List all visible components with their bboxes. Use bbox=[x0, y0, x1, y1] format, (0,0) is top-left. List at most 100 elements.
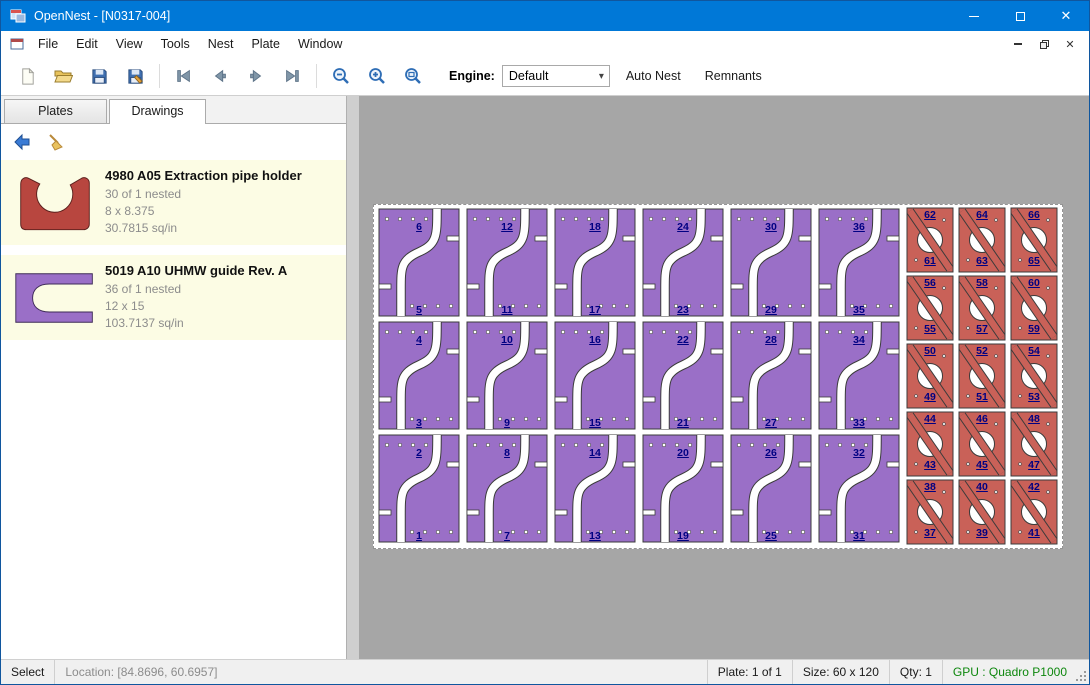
clear-parts-button[interactable] bbox=[43, 130, 69, 154]
assign-part-button[interactable] bbox=[9, 130, 35, 154]
status-size: Size: 60 x 120 bbox=[792, 660, 889, 684]
nested-part-pair[interactable]: 36 35 bbox=[815, 206, 903, 319]
nested-part-pair[interactable]: 40 39 bbox=[956, 478, 1008, 546]
app-icon bbox=[10, 8, 26, 24]
remnants-button[interactable]: Remnants bbox=[697, 63, 770, 89]
nested-part-pair[interactable]: 50 49 bbox=[904, 342, 956, 410]
last-plate-button[interactable] bbox=[274, 60, 310, 92]
part-number: 25 bbox=[727, 530, 815, 542]
nested-part-pair[interactable]: 2 1 bbox=[375, 432, 463, 545]
nested-part-pair[interactable]: 22 21 bbox=[639, 319, 727, 432]
nested-part-pair[interactable]: 4 3 bbox=[375, 319, 463, 432]
nested-part-pair[interactable]: 6 5 bbox=[375, 206, 463, 319]
nested-part-pair[interactable]: 24 23 bbox=[639, 206, 727, 319]
zoom-in-button[interactable] bbox=[359, 60, 395, 92]
part-number: 28 bbox=[727, 334, 815, 346]
part-number: 57 bbox=[956, 323, 1008, 335]
nested-part-pair[interactable]: 62 61 bbox=[904, 206, 956, 274]
blue-arrow-left-icon bbox=[12, 132, 32, 152]
status-qty: Qty: 1 bbox=[889, 660, 942, 684]
nested-part-pair[interactable]: 14 13 bbox=[551, 432, 639, 545]
mdi-close-button[interactable]: ✕ bbox=[1059, 35, 1081, 53]
minimize-button[interactable] bbox=[951, 1, 997, 31]
document-system-menu-icon[interactable] bbox=[9, 36, 25, 52]
nest-canvas[interactable]: 6 5 12 11 18 17 bbox=[359, 96, 1089, 659]
nested-part-pair[interactable]: 46 45 bbox=[956, 410, 1008, 478]
menu-edit[interactable]: Edit bbox=[67, 33, 107, 55]
drawing-item-extraction-pipe-holder[interactable]: 4980 A05 Extraction pipe holder 30 of 1 … bbox=[1, 160, 346, 245]
first-plate-button[interactable] bbox=[166, 60, 202, 92]
nested-part-pair[interactable]: 42 41 bbox=[1008, 478, 1060, 546]
nested-part-pair[interactable]: 38 37 bbox=[904, 478, 956, 546]
red-grid: 62 61 64 63 66 65 bbox=[904, 206, 1060, 546]
nested-part-pair[interactable]: 52 51 bbox=[956, 342, 1008, 410]
nested-part-pair[interactable]: 56 55 bbox=[904, 274, 956, 342]
nested-part-pair[interactable]: 64 63 bbox=[956, 206, 1008, 274]
save-as-button[interactable] bbox=[117, 60, 153, 92]
nested-part-pair[interactable]: 20 19 bbox=[639, 432, 727, 545]
part-size: 8 x 8.375 bbox=[105, 203, 342, 220]
part-number: 58 bbox=[956, 277, 1008, 289]
part-number: 42 bbox=[1008, 481, 1060, 493]
menu-nest[interactable]: Nest bbox=[199, 33, 243, 55]
part-number: 37 bbox=[904, 527, 956, 539]
nested-part-pair[interactable]: 66 65 bbox=[1008, 206, 1060, 274]
menu-view[interactable]: View bbox=[107, 33, 152, 55]
nested-part-pair[interactable]: 16 15 bbox=[551, 319, 639, 432]
menu-plate[interactable]: Plate bbox=[242, 33, 289, 55]
open-file-button[interactable] bbox=[45, 60, 81, 92]
purple-part-thumbnail-icon bbox=[11, 270, 99, 326]
part-number: 14 bbox=[551, 447, 639, 459]
resize-grip[interactable] bbox=[1077, 660, 1089, 684]
save-as-icon bbox=[126, 67, 145, 86]
nested-part-pair[interactable]: 44 43 bbox=[904, 410, 956, 478]
part-number: 38 bbox=[904, 481, 956, 493]
previous-plate-button[interactable] bbox=[202, 60, 238, 92]
part-number: 22 bbox=[639, 334, 727, 346]
part-number: 31 bbox=[815, 530, 903, 542]
menubar: File Edit View Tools Nest Plate Window ✕ bbox=[1, 31, 1089, 57]
engine-select[interactable]: Default ▾ bbox=[502, 65, 610, 87]
nested-part-pair[interactable]: 58 57 bbox=[956, 274, 1008, 342]
menu-file[interactable]: File bbox=[29, 33, 67, 55]
part-number: 43 bbox=[904, 459, 956, 471]
nested-part-pair[interactable]: 60 59 bbox=[1008, 274, 1060, 342]
nested-part-pair[interactable]: 26 25 bbox=[727, 432, 815, 545]
save-button[interactable] bbox=[81, 60, 117, 92]
zoom-out-button[interactable] bbox=[323, 60, 359, 92]
nested-part-pair[interactable]: 18 17 bbox=[551, 206, 639, 319]
part-number: 19 bbox=[639, 530, 727, 542]
nest-plate[interactable]: 6 5 12 11 18 17 bbox=[373, 204, 1063, 549]
tab-plates[interactable]: Plates bbox=[4, 99, 107, 123]
nested-part-pair[interactable]: 12 11 bbox=[463, 206, 551, 319]
next-plate-button[interactable] bbox=[238, 60, 274, 92]
menu-window[interactable]: Window bbox=[289, 33, 351, 55]
drawing-item-uhmw-guide[interactable]: 5019 A10 UHMW guide Rev. A 36 of 1 neste… bbox=[1, 255, 346, 340]
panel-splitter[interactable] bbox=[347, 96, 359, 659]
mdi-minimize-button[interactable] bbox=[1007, 35, 1029, 53]
nested-part-pair[interactable]: 8 7 bbox=[463, 432, 551, 545]
zoom-fit-button[interactable] bbox=[395, 60, 431, 92]
nested-part-pair[interactable]: 54 53 bbox=[1008, 342, 1060, 410]
part-number: 18 bbox=[551, 221, 639, 233]
close-button[interactable]: ✕ bbox=[1043, 1, 1089, 31]
menu-tools[interactable]: Tools bbox=[152, 33, 199, 55]
maximize-button[interactable] bbox=[997, 1, 1043, 31]
auto-nest-button[interactable]: Auto Nest bbox=[618, 63, 689, 89]
nested-part-pair[interactable]: 28 27 bbox=[727, 319, 815, 432]
mdi-restore-button[interactable] bbox=[1033, 35, 1055, 53]
new-file-button[interactable] bbox=[9, 60, 45, 92]
status-plate: Plate: 1 of 1 bbox=[707, 660, 792, 684]
part-area: 30.7815 sq/in bbox=[105, 220, 342, 237]
nested-part-pair[interactable]: 34 33 bbox=[815, 319, 903, 432]
part-number: 35 bbox=[815, 304, 903, 316]
tab-drawings[interactable]: Drawings bbox=[109, 99, 206, 124]
part-number: 50 bbox=[904, 345, 956, 357]
red-part-thumbnail-icon bbox=[15, 172, 95, 234]
part-number: 59 bbox=[1008, 323, 1060, 335]
nested-part-pair[interactable]: 48 47 bbox=[1008, 410, 1060, 478]
go-next-icon bbox=[247, 67, 265, 85]
nested-part-pair[interactable]: 10 9 bbox=[463, 319, 551, 432]
nested-part-pair[interactable]: 32 31 bbox=[815, 432, 903, 545]
nested-part-pair[interactable]: 30 29 bbox=[727, 206, 815, 319]
